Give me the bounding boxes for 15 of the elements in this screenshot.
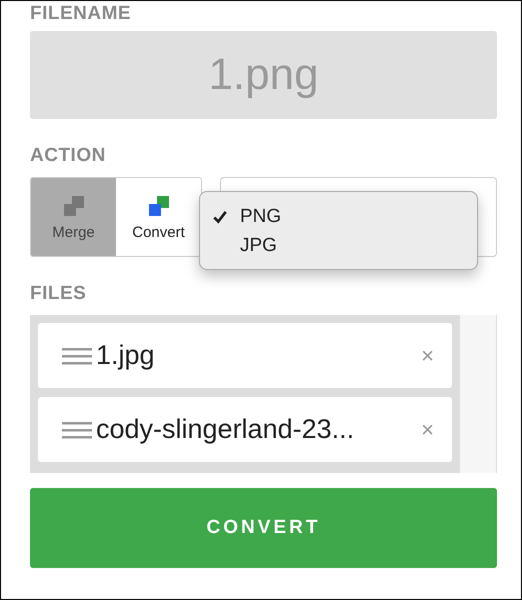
checkmark-icon <box>212 208 228 224</box>
section-label: FILENAME <box>30 3 132 25</box>
action-button[interactable]: Merge <box>31 178 116 256</box>
menu-item[interactable]: PNG <box>212 202 477 231</box>
file-item[interactable]: 1.jpg × <box>38 323 452 388</box>
section-label: FILES <box>30 283 88 305</box>
menu-item[interactable]: JPG <box>212 231 477 260</box>
squares-icon <box>62 194 86 218</box>
file-name: 1.jpg <box>96 340 156 371</box>
drag-handle-icon[interactable] <box>62 420 92 440</box>
file-item[interactable]: cody-slingerland-23... × <box>38 397 452 462</box>
section-label: ACTION <box>30 145 107 167</box>
squares-icon <box>146 194 170 218</box>
file-name: cody-slingerland-23... <box>96 414 356 445</box>
drag-handle-icon[interactable] <box>62 346 92 366</box>
